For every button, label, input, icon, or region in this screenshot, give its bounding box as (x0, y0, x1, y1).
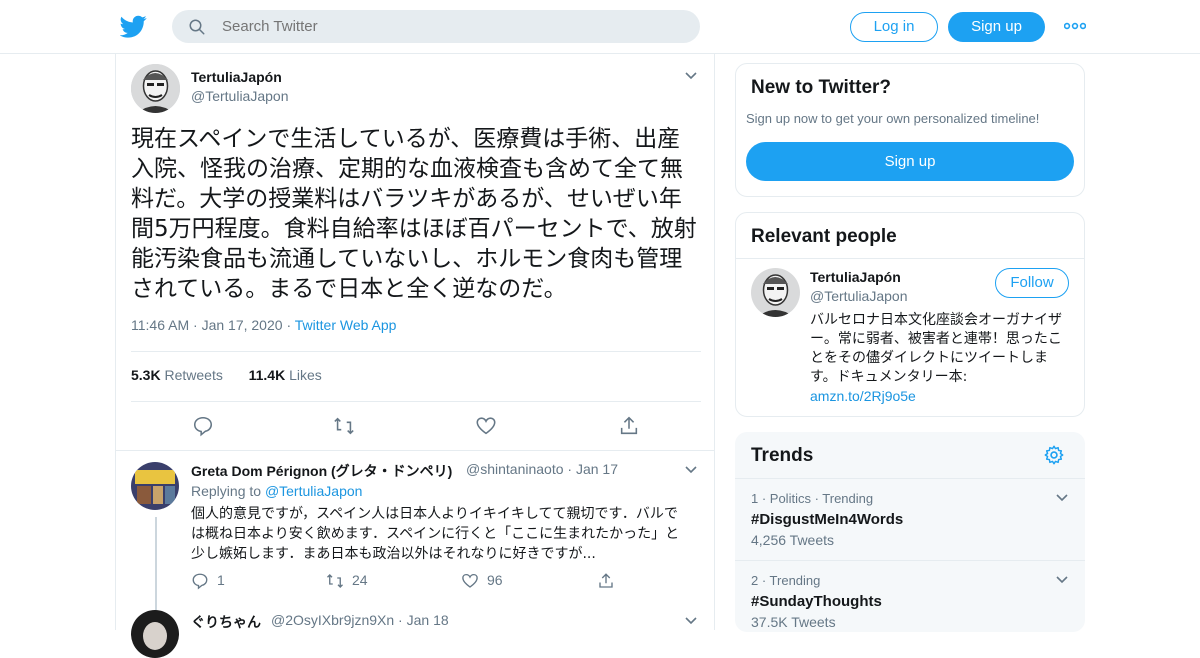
main-timeline: TertuliaJapón @TertuliaJapon 現在スペインで生活して… (115, 54, 715, 658)
reply-avatar-image (131, 462, 179, 510)
reply-share-action[interactable] (597, 572, 623, 590)
replying-to-link[interactable]: @TertuliaJapon (265, 483, 363, 499)
reply-author-handle[interactable]: @shintaninaoto (466, 461, 564, 477)
trend-item[interactable]: 1 · Politics · Trending #DisgustMeIn4Wor… (735, 478, 1085, 560)
trend-count: 37.5K Tweets (751, 614, 836, 630)
divider (131, 401, 701, 402)
trend-count: 4,256 Tweets (751, 532, 835, 548)
trend-name[interactable]: #DisgustMeIn4Words (751, 511, 903, 528)
top-bar: Log in Sign up (0, 0, 1200, 54)
trend-item[interactable]: 2 · Trending #SundayThoughts 37.5K Tweet… (735, 560, 1085, 632)
chevron-down-icon[interactable] (684, 616, 698, 626)
share-icon[interactable] (618, 415, 640, 437)
person-bio: バルセロナ日本文化座談会オーガナイザー。常に弱者、被害者と連帯！思ったことをその… (810, 312, 1062, 404)
gear-icon[interactable] (1043, 444, 1065, 466)
reply-avatar[interactable] (131, 610, 179, 658)
tweet-source-link[interactable]: Twitter Web App (295, 317, 397, 333)
tweet-author-handle[interactable]: @TertuliaJapon (191, 88, 289, 104)
reply-avatar[interactable] (131, 462, 179, 510)
search-icon (189, 19, 205, 35)
chevron-down-icon[interactable] (1055, 493, 1069, 503)
separator: · (567, 461, 576, 477)
tweet-time[interactable]: 11:46 AM (131, 317, 189, 333)
reply-avatar-image (131, 610, 179, 658)
replying-to: Replying to @TertuliaJapon (191, 483, 363, 499)
trends-card: Trends 1 · Politics · Trending #DisgustM… (735, 432, 1085, 632)
reply-author-name[interactable]: ぐりちゃん (191, 612, 261, 632)
reply-author-handle[interactable]: @2OsyIXbr9jzn9Xn (271, 612, 394, 628)
login-button[interactable]: Log in (850, 12, 938, 42)
trend-meta: 2 · Trending (751, 573, 821, 588)
search-input[interactable] (222, 10, 682, 43)
tweet-meta: 11:46 AM · Jan 17, 2020 · Twitter Web Ap… (131, 317, 396, 333)
retweet-icon (327, 574, 343, 589)
avatar[interactable] (131, 64, 180, 113)
reply-like-action[interactable]: 96 (461, 572, 503, 590)
reply-reply-action[interactable]: 1 (191, 572, 225, 590)
twitter-logo-icon[interactable] (120, 13, 147, 40)
reply-date[interactable]: Jan 18 (407, 612, 449, 628)
portrait-icon (751, 268, 800, 317)
retweets-stat[interactable]: 5.3K Retweets (131, 367, 223, 383)
reply-meta: @shintaninaoto · Jan 17 (466, 461, 618, 477)
signup-button[interactable]: Sign up (948, 12, 1045, 42)
divider (131, 351, 701, 352)
person-avatar[interactable] (751, 268, 800, 317)
trends-title: Trends (751, 445, 814, 466)
reply-date[interactable]: Jan 17 (576, 461, 618, 477)
sidebar-signup-button[interactable]: Sign up (746, 142, 1074, 181)
retweet-icon[interactable] (333, 415, 355, 437)
chevron-down-icon[interactable] (1055, 575, 1069, 585)
chevron-down-icon[interactable] (684, 71, 698, 81)
tweet-author-name[interactable]: TertuliaJapón (191, 69, 282, 85)
reply-icon[interactable] (192, 415, 214, 437)
card-title: Relevant people (751, 226, 897, 247)
tweet-text: 現在スペインで生活しているが、医療費は手術、出産入院、怪我の治療、定期的な血液検… (131, 126, 697, 302)
separator: · (286, 317, 295, 333)
more-icon[interactable] (1064, 19, 1086, 33)
tweet-stats: 5.3K Retweets 11.4K Likes (131, 367, 322, 383)
reply-author-name[interactable]: Greta Dom Pérignon (グレタ・ドンペリ) (191, 461, 452, 481)
new-to-twitter-card: New to Twitter? Sign up now to get your … (735, 63, 1085, 197)
like-icon[interactable] (475, 415, 497, 437)
share-icon (599, 573, 613, 588)
divider (736, 258, 1084, 259)
search-box[interactable] (172, 10, 700, 43)
relevant-people-card: Relevant people TertuliaJapón @TertuliaJ… (735, 212, 1085, 417)
card-title: New to Twitter? (751, 77, 892, 98)
trend-name[interactable]: #SundayThoughts (751, 593, 882, 610)
reply-text: 個人的意見ですが，スペイン人は日本人よりイキイキしてて親切です．バルでは概ね日本… (191, 506, 680, 562)
likes-stat[interactable]: 11.4K Likes (249, 367, 322, 383)
like-icon (462, 574, 478, 589)
card-subtitle: Sign up now to get your own personalized… (746, 111, 1040, 126)
reply-icon (192, 573, 208, 590)
divider (116, 450, 715, 451)
chevron-down-icon[interactable] (684, 465, 698, 475)
reply-meta: @2OsyIXbr9jzn9Xn · Jan 18 (271, 612, 449, 628)
tweet-date[interactable]: Jan 17, 2020 (202, 317, 283, 333)
person-name[interactable]: TertuliaJapón (810, 269, 901, 285)
person-handle[interactable]: @TertuliaJapon (810, 288, 908, 304)
separator: · (398, 612, 407, 628)
follow-button[interactable]: Follow (995, 268, 1069, 298)
reply-retweet-action[interactable]: 24 (326, 572, 368, 590)
separator: · (193, 317, 202, 333)
portrait-icon (131, 64, 180, 113)
trend-meta: 1 · Politics · Trending (751, 491, 874, 506)
person-bio-link[interactable]: amzn.to/2Rj9o5e (810, 388, 916, 404)
